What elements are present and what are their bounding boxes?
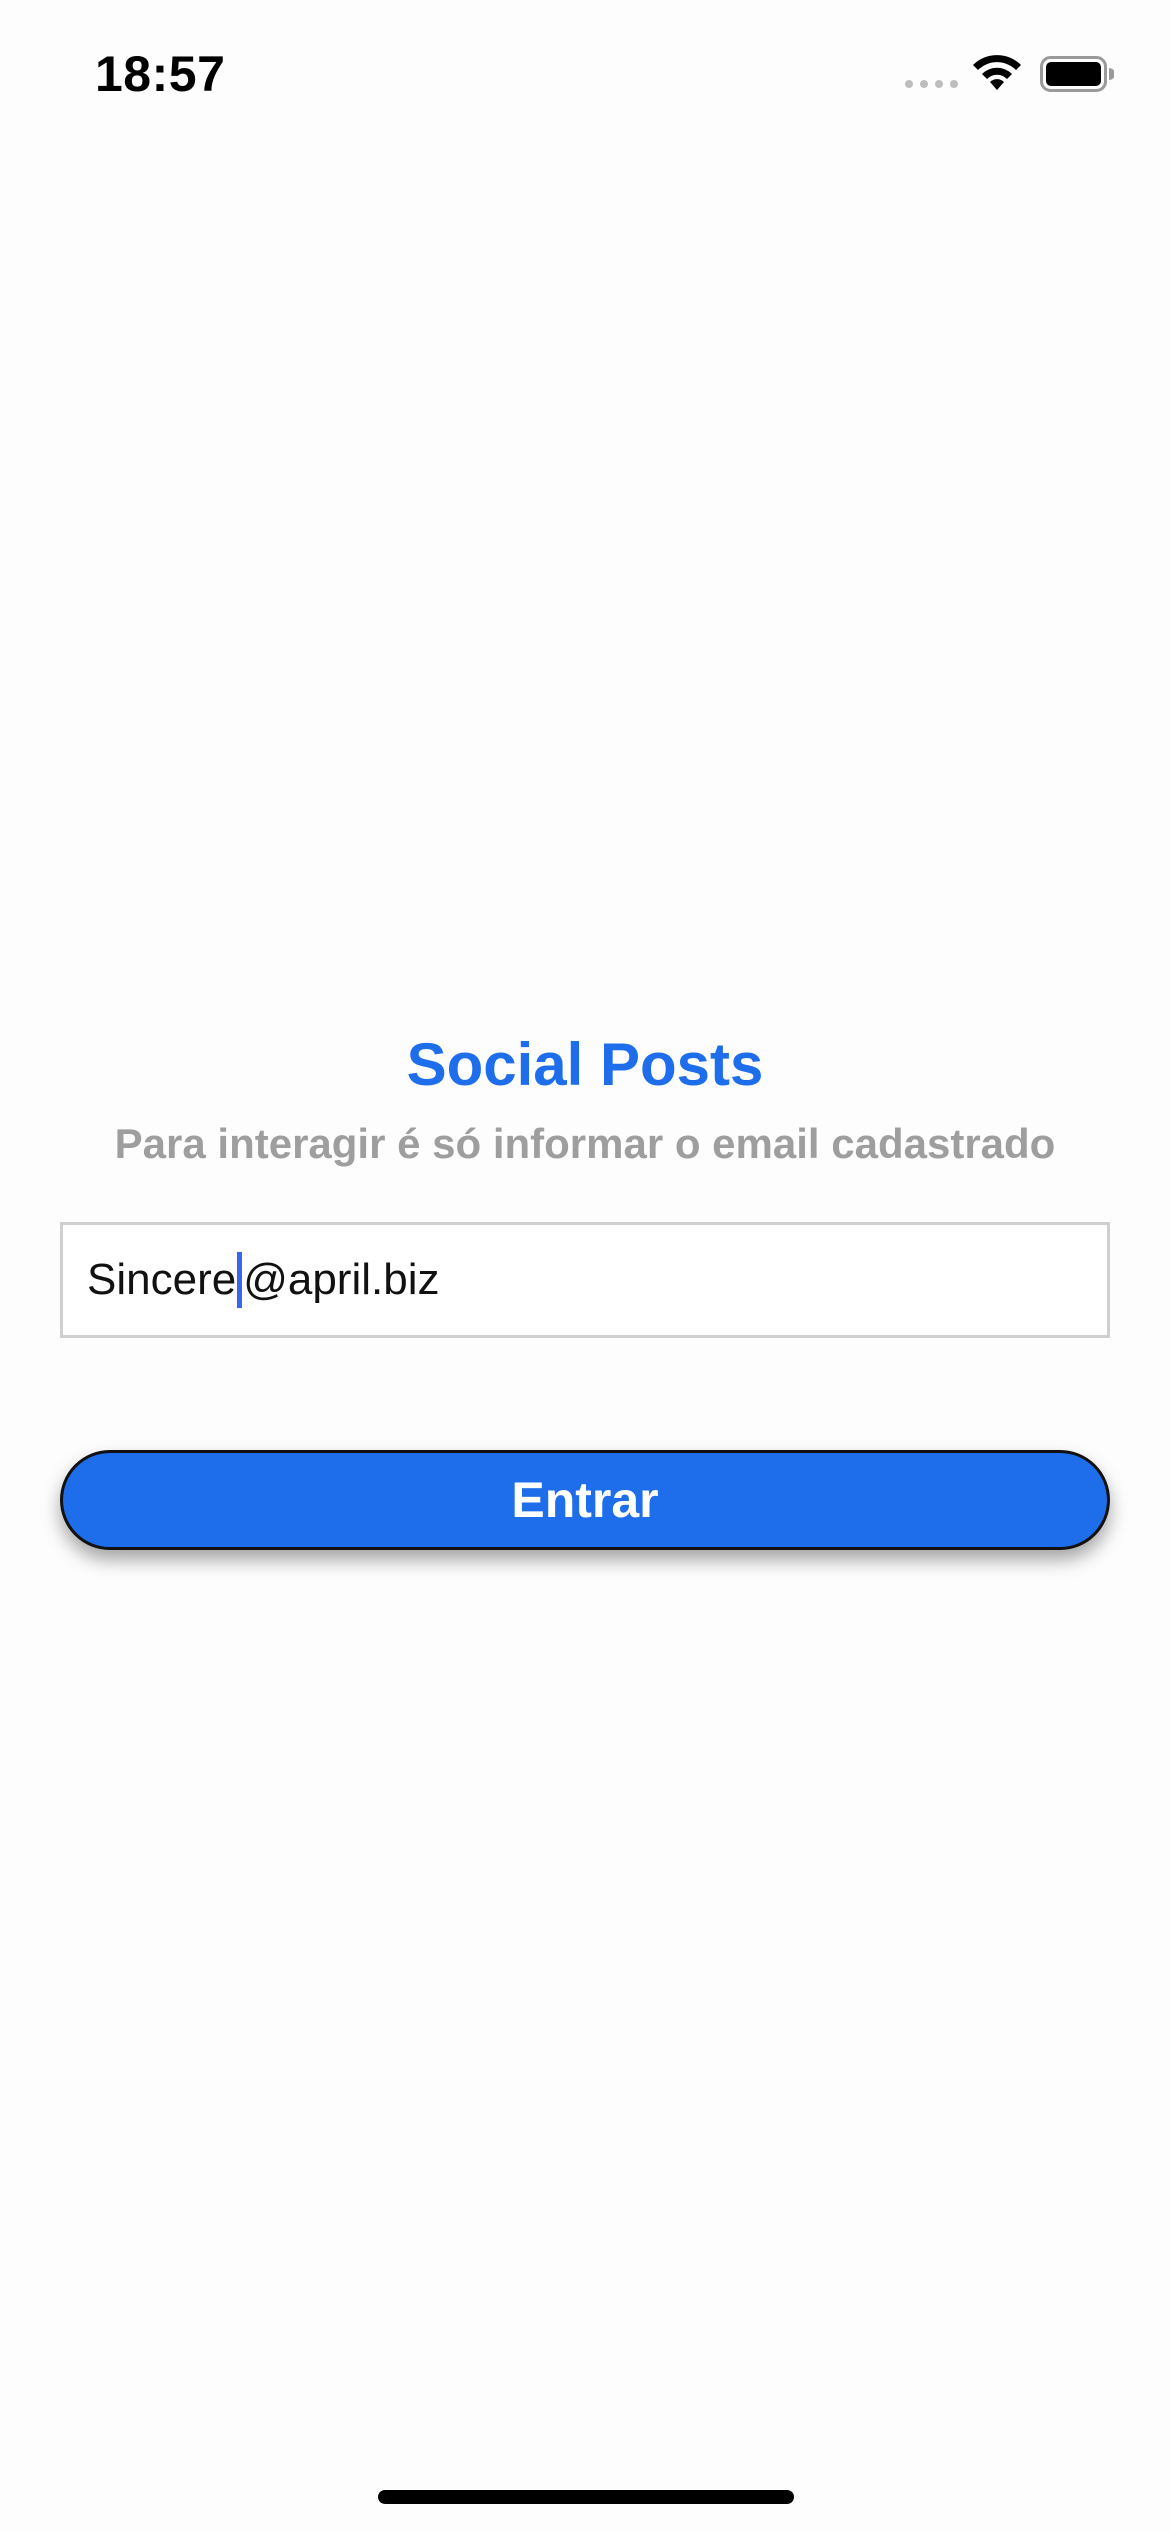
battery-icon xyxy=(1040,56,1114,92)
home-indicator[interactable] xyxy=(378,2490,794,2504)
cellular-signal-icon xyxy=(905,80,958,88)
email-field[interactable]: Sincere @april.biz xyxy=(60,1222,1110,1338)
enter-button-label: Entrar xyxy=(511,1472,659,1528)
login-screen: 18:57 Social Posts Para interagir é só i… xyxy=(0,0,1170,2532)
wifi-icon xyxy=(973,55,1021,90)
email-value-end: @april.biz xyxy=(243,1255,440,1304)
text-caret xyxy=(237,1252,243,1308)
app-title: Social Posts xyxy=(406,1031,764,1098)
status-time: 18:57 xyxy=(95,46,226,102)
login-subtitle: Para interagir é só informar o email cad… xyxy=(114,1120,1056,1167)
enter-button[interactable]: Entrar xyxy=(60,1450,1110,1550)
email-value-start: Sincere xyxy=(87,1255,237,1304)
